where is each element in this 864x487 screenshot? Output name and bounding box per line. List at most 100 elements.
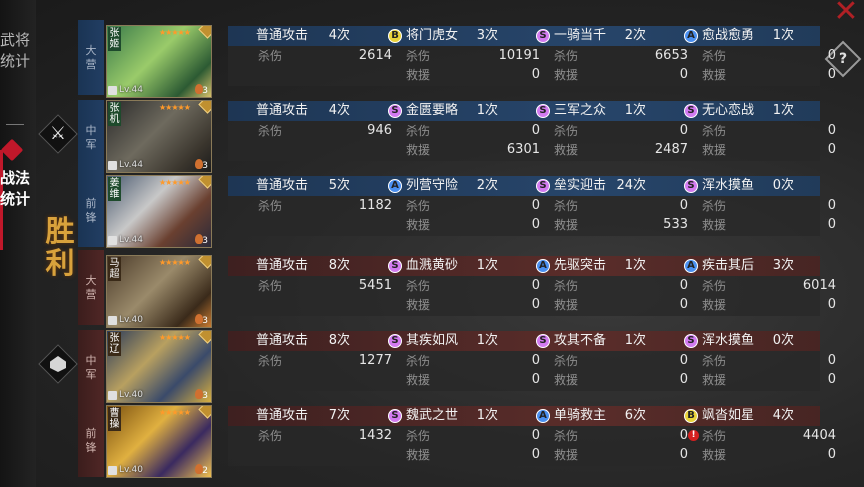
skill-name[interactable]: 无心恋战	[702, 101, 754, 121]
stat-value: 0	[679, 447, 688, 462]
stat-value: 6014	[802, 278, 836, 293]
stat-label: 救援	[702, 143, 727, 157]
skill-name[interactable]: 普通攻击	[256, 406, 308, 426]
stat-value: 0	[827, 142, 836, 157]
hero-level: Lv.40	[119, 315, 143, 325]
position-label: 大营	[85, 43, 97, 71]
stat-label: 杀伤	[406, 279, 431, 293]
hero-count: 3	[202, 391, 208, 401]
stat-value: 0	[679, 198, 688, 213]
hero-level: Lv.44	[119, 85, 143, 95]
skill-name[interactable]: 三军之众	[554, 101, 606, 121]
stat-label: 杀伤	[702, 49, 727, 63]
skill-grade-s-icon: S	[536, 334, 550, 348]
stat-label: 杀伤	[406, 429, 431, 443]
tab-skill-stats[interactable]: 战法统计	[0, 168, 30, 210]
hero-card[interactable]: 张机 ★★★★★ Lv.44 3	[106, 100, 212, 173]
skill-name[interactable]: 一骑当千	[554, 26, 606, 46]
hero-card[interactable]: 曹操 ★★★★★ Lv.40 2	[106, 405, 212, 478]
stat-label: 救援	[406, 448, 431, 462]
skill-use-count: 6次	[624, 408, 646, 423]
stat-value: 1277	[358, 353, 392, 368]
tab-divider	[6, 124, 24, 125]
skill-use-count: 3次	[772, 258, 794, 273]
skill-grade-s-icon: S	[536, 104, 550, 118]
close-button[interactable]: ✕	[830, 0, 862, 27]
skill-name[interactable]: 血溅黄砂	[406, 256, 458, 276]
skill-use-count: 8次	[328, 258, 350, 273]
stat-value: 1432	[358, 428, 392, 443]
skill-name[interactable]: 先驱突击	[554, 256, 606, 276]
position-label: 前锋	[85, 197, 97, 224]
skill-name[interactable]: 普通攻击	[256, 176, 308, 196]
stat-value: 6653	[654, 48, 688, 63]
stat-label: 救援	[554, 448, 579, 462]
skill-grade-s-icon: S	[684, 104, 698, 118]
skill-name[interactable]: 将门虎女	[406, 26, 458, 46]
stat-label: 救援	[554, 373, 579, 387]
hero-card[interactable]: 张姬 ★★★★★ Lv.44 3	[106, 25, 212, 98]
stat-label: 救援	[702, 373, 727, 387]
stat-label: 杀伤	[406, 354, 431, 368]
skill-use-count: 1次	[624, 258, 646, 273]
position-label-strip: 大营	[78, 250, 104, 325]
troop-type-icon	[108, 161, 117, 170]
stat-value: 0	[827, 372, 836, 387]
skill-use-count: 8次	[328, 333, 350, 348]
hero-count: 3	[202, 161, 208, 171]
hero-level: Lv.40	[119, 465, 143, 475]
stat-label: 杀伤	[554, 199, 579, 213]
skill-name[interactable]: 飒沓如星	[702, 406, 754, 426]
stat-value: 0	[827, 297, 836, 312]
hero-stars: ★★★★★	[159, 333, 191, 342]
stat-value: 0	[679, 278, 688, 293]
hero-count: 3	[202, 86, 208, 96]
skill-name[interactable]: 愈战愈勇	[702, 26, 754, 46]
hero-stars: ★★★★★	[159, 258, 191, 267]
skill-name[interactable]: 普通攻击	[256, 101, 308, 121]
stat-value: 5451	[358, 278, 392, 293]
stat-value: 0	[827, 198, 836, 213]
skill-name[interactable]: 攻其不备	[554, 331, 606, 351]
stat-value: 0	[531, 123, 540, 138]
stat-label: 杀伤	[258, 199, 283, 213]
stat-label: 杀伤	[702, 279, 727, 293]
skill-use-count: 1次	[772, 103, 794, 118]
tab-general-stats[interactable]: 武将统计	[0, 30, 30, 72]
skill-name[interactable]: 单骑救主	[554, 406, 606, 426]
stat-label: 杀伤	[406, 199, 431, 213]
skill-use-count: 5次	[328, 178, 350, 193]
warning-icon: !	[688, 430, 699, 441]
skill-name[interactable]: 列营守险	[406, 176, 458, 196]
troop-type-icon	[108, 236, 117, 245]
skill-grade-b-icon: B	[388, 29, 402, 43]
position-label: 中军	[85, 123, 97, 151]
skill-name[interactable]: 普通攻击	[256, 331, 308, 351]
stat-value: 0	[531, 278, 540, 293]
stat-label: 杀伤	[554, 124, 579, 138]
stat-value: 0	[827, 123, 836, 138]
hero-card[interactable]: 姜维 ★★★★★ Lv.44 3	[106, 175, 212, 248]
hero-card[interactable]: 张辽 ★★★★★ Lv.40 3	[106, 330, 212, 403]
stat-value: 0	[827, 67, 836, 82]
skill-name[interactable]: 疾击其后	[702, 256, 754, 276]
stat-label: 救援	[554, 298, 579, 312]
hero-count: 3	[202, 316, 208, 326]
hero-level: Lv.44	[119, 235, 143, 245]
stat-label: 救援	[702, 68, 727, 82]
left-nav: 武将统计 战法统计	[0, 0, 36, 487]
hero-card[interactable]: 马超 ★★★★★ Lv.40 3	[106, 255, 212, 328]
skill-name[interactable]: 浑水摸鱼	[702, 331, 754, 351]
stat-value: 2487	[654, 142, 688, 157]
skill-name[interactable]: 魏武之世	[406, 406, 458, 426]
skill-name[interactable]: 普通攻击	[256, 26, 308, 46]
skill-name[interactable]: 其疾如风	[406, 331, 458, 351]
skill-name[interactable]: 普通攻击	[256, 256, 308, 276]
skill-name[interactable]: 垒实迎击	[554, 176, 606, 196]
skill-name[interactable]: 金匮要略	[406, 101, 458, 121]
position-label-strip: 中军	[78, 100, 104, 175]
stat-label: 救援	[406, 218, 431, 232]
skill-use-count: 1次	[624, 333, 646, 348]
skill-use-count: 2次	[624, 28, 646, 43]
skill-name[interactable]: 浑水摸鱼	[702, 176, 754, 196]
